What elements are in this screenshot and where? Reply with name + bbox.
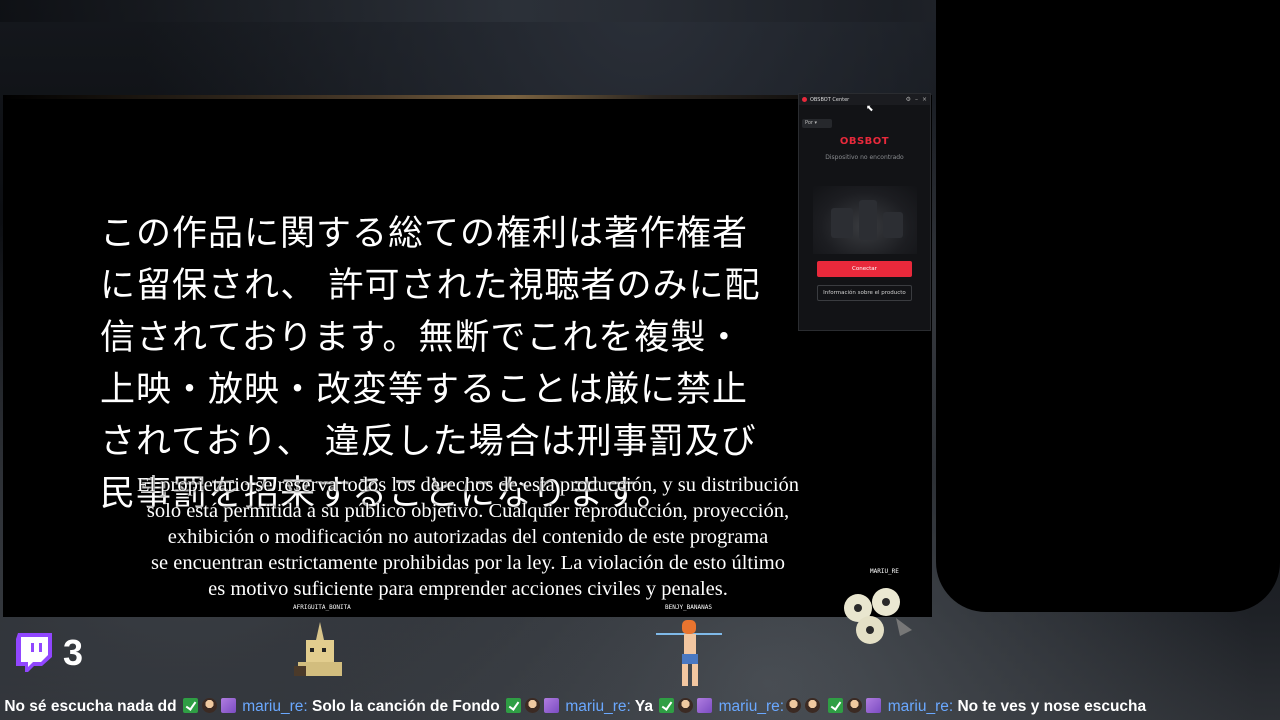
chat-message: mariu_re: Solo la canción de Fondo — [242, 694, 500, 720]
video-frame: この作品に関する総ての権利は著作権者 に留保され、 許可された視聴者のみに配 信… — [3, 95, 932, 617]
device-illustration — [813, 186, 917, 254]
obsbot-window-title: OBSBOT Center — [810, 96, 850, 103]
subtitle-line: se encuentran estrictamente prohibidas p… — [151, 552, 785, 574]
chat-message: mariu_re: No te ves y nose escucha — [888, 694, 1146, 720]
product-info-button[interactable]: Información sobre el producto — [817, 285, 912, 301]
subscriber-badge-icon — [697, 698, 713, 713]
avatar-icon — [201, 698, 217, 713]
spanish-subtitles: El propietario se reserva todos los dere… — [63, 472, 873, 602]
subtitle-line: es motivo suficiente para emprender acci… — [208, 578, 728, 600]
japanese-line: に留保され、 許可された視聴者のみに配 — [100, 266, 761, 306]
chat-username[interactable]: mariu_re: — [565, 698, 630, 715]
chat-message: mariu_re: — [719, 694, 822, 720]
obsbot-logo: OBSBOT — [839, 136, 890, 147]
viewer-count: 3 — [63, 632, 84, 673]
language-label: Por — [805, 120, 813, 126]
mouse-cursor-icon: ⬉ — [866, 104, 874, 114]
twitch-icon — [16, 633, 52, 672]
chatter-name: BENJY_BANANAS — [665, 604, 712, 611]
hatterene-sprite — [844, 588, 912, 644]
chatter-name: AFRIGUITA_BONITA — [293, 604, 351, 611]
chat-message-text: Solo la canción de Fondo — [312, 698, 500, 715]
chat-ticker: No sé escucha nada dd mariu_re: Solo la … — [0, 694, 1280, 720]
emote-icon — [786, 698, 802, 713]
emote-icon — [805, 698, 821, 713]
japanese-line: この作品に関する総ての権利は著作権者 — [100, 214, 749, 254]
device-status: Dispositivo no encontrado — [825, 154, 904, 161]
connect-button[interactable]: Conectar — [817, 261, 912, 277]
verified-badge-icon — [659, 698, 675, 713]
obsbot-logo-icon — [802, 97, 807, 102]
settings-icon[interactable]: ⚙ — [906, 96, 911, 103]
avatar-icon — [847, 698, 863, 713]
subtitle-line: solo está permitida a su público objetiv… — [146, 500, 790, 522]
subscriber-badge-icon — [220, 698, 236, 713]
chat-username[interactable]: mariu_re: — [242, 698, 307, 715]
avatar-icon — [525, 698, 541, 713]
obsbot-titlebar[interactable]: OBSBOT Center ⚙ – × — [799, 94, 930, 105]
chat-message: mariu_re: Ya — [565, 694, 653, 720]
chat-message: No sé escucha nada dd — [0, 694, 177, 720]
chat-username[interactable]: mariu_re: — [888, 698, 953, 715]
japanese-line: 信されております。無断でこれを複製・ — [100, 318, 743, 358]
verified-badge-icon — [182, 698, 198, 713]
nami-sprite — [656, 620, 722, 686]
chat-message-text: No te ves y nose escucha — [957, 698, 1147, 715]
subtitle-line: El propietario se reserva todos los dere… — [136, 474, 800, 496]
close-icon[interactable]: × — [922, 96, 927, 103]
language-select[interactable]: Por ▾ — [802, 119, 832, 128]
obsbot-window[interactable]: OBSBOT Center ⚙ – × Por ▾ OBSBOT Disposi… — [798, 93, 931, 331]
chat-message-text: Ya — [634, 698, 653, 715]
verified-badge-icon — [828, 698, 844, 713]
mimikyu-sprite — [294, 622, 342, 676]
verified-badge-icon — [506, 698, 522, 713]
chatter-name: MARIU_RE — [870, 568, 899, 575]
side-panel — [936, 0, 1280, 612]
subscriber-badge-icon — [544, 698, 560, 713]
chat-username[interactable]: mariu_re: — [719, 698, 784, 715]
avatar-icon — [678, 698, 694, 713]
chat-message-text: No sé escucha nada dd — [4, 698, 177, 715]
japanese-line: されており、 違反した場合は刑事罰及び — [100, 422, 757, 462]
subscriber-badge-icon — [866, 698, 882, 713]
subtitle-line: exhibición o modificación no autorizadas… — [167, 526, 769, 548]
japanese-line: 上映・放映・改変等することは厳に禁止 — [100, 370, 749, 410]
video-top-edge — [3, 95, 932, 99]
minimize-icon[interactable]: – — [915, 96, 918, 103]
